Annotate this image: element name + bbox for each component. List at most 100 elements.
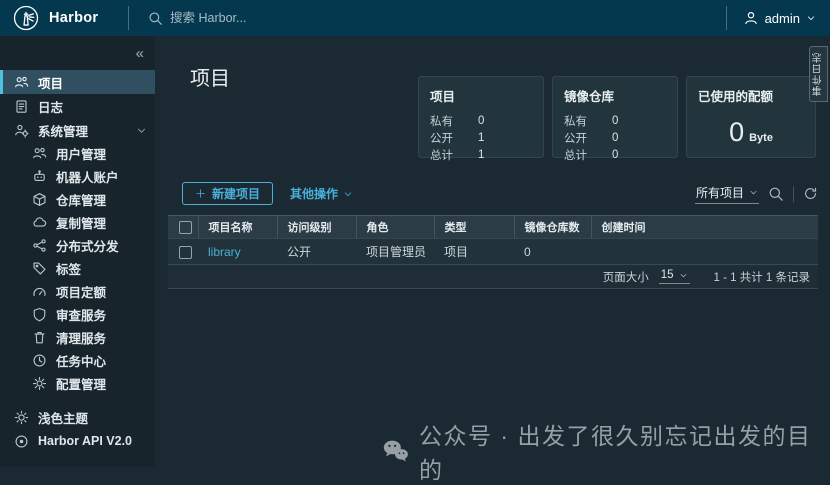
column-header[interactable]: 类型 [433, 215, 514, 239]
sidebar-item-label: 项目 [38, 76, 64, 91]
sidebar: « 项目 日志 系统管理 用户管理 机器人账户 仓库管理 复制管理 分布式分发 … [0, 36, 155, 467]
column-header[interactable]: 镜像仓库数 [513, 215, 591, 239]
cell-access-level: 公开 [277, 238, 356, 265]
card-title: 项目 [430, 90, 456, 104]
record-range: 1 - 1 共计 1 条记录 [713, 271, 811, 284]
stat-value: 0 [612, 114, 619, 127]
sidebar-item-configuration[interactable]: 配置管理 [0, 372, 155, 395]
stat-value: 0 [612, 131, 619, 144]
sidebar-item-project-quotas[interactable]: 项目定额 [0, 280, 155, 303]
plus-icon [195, 188, 206, 199]
sidebar-item-label: 用户管理 [56, 148, 107, 162]
column-header[interactable]: 访问级别 [276, 215, 356, 239]
projects-table: 项目名称 访问级别 角色 类型 镜像仓库数 创建时间 library 公开 项目… [168, 215, 818, 289]
user-menu[interactable]: admin [727, 10, 830, 26]
page-size-value: 15 [660, 269, 674, 281]
refresh-icon[interactable] [803, 186, 818, 201]
sidebar-item-label: 浅色主题 [38, 411, 89, 426]
trash-icon [32, 330, 47, 345]
other-actions-button[interactable]: 其他操作 [290, 185, 353, 202]
sidebar-item-interrogation-services[interactable]: 审查服务 [0, 303, 155, 326]
repositories-summary-card: 镜像仓库 私有 0 公开 0 总计 0 [552, 76, 678, 162]
sidebar-item-clearing-services[interactable]: 清理服务 [0, 326, 155, 349]
sidebar-item-replication[interactable]: 复制管理 [0, 211, 155, 234]
sidebar-item-robot-accounts[interactable]: 机器人账户 [0, 165, 155, 188]
cell-type: 项目 [434, 238, 514, 265]
search-input[interactable] [170, 11, 590, 25]
sidebar-item-label: 分布式分发 [56, 240, 119, 254]
sidebar-footer: 浅色主题 Harbor API V2.0 [0, 405, 155, 453]
stat-label: 公开 [430, 132, 453, 145]
table-footer-row: 页面大小 15 1 - 1 共计 1 条记录 [168, 264, 818, 289]
page-size-label: 页面大小 [602, 271, 649, 284]
tag-icon [32, 261, 47, 276]
sidebar-item-job-center[interactable]: 任务中心 [0, 349, 155, 372]
table-header-row: 项目名称 访问级别 角色 类型 镜像仓库数 创建时间 [168, 215, 818, 239]
stat-label: 私有 [564, 115, 587, 128]
user-icon [743, 10, 759, 26]
cloud-icon [32, 215, 47, 230]
sidebar-item-label: 仓库管理 [56, 194, 107, 208]
stat-label: 总计 [564, 149, 587, 162]
chevron-down-icon [680, 273, 686, 277]
projects-summary-card: 项目 私有 0 公开 1 总计 1 [418, 76, 544, 162]
sidebar-collapse-button[interactable]: « [136, 45, 144, 62]
sidebar-item-administration[interactable]: 系统管理 [0, 118, 155, 142]
toolbar-divider [793, 185, 794, 202]
global-search [148, 11, 726, 26]
administration-icon [14, 123, 29, 138]
chevron-down-icon [343, 189, 353, 199]
logs-icon [14, 99, 29, 114]
table-row: library 公开 项目管理员 项目 0 [168, 238, 818, 265]
chevron-down-icon[interactable] [136, 125, 147, 136]
wechat-icon [381, 438, 410, 464]
stat-label: 总计 [430, 149, 453, 162]
sidebar-item-harbor-api[interactable]: Harbor API V2.0 [0, 429, 155, 453]
new-project-button[interactable]: 新建项目 [182, 182, 274, 205]
sidebar-item-labels[interactable]: 标签 [0, 257, 155, 280]
sidebar-item-label: 项目定额 [56, 286, 107, 300]
card-title: 已使用的配额 [698, 90, 774, 104]
main-content: 项目 项目 私有 0 公开 1 总计 1 镜像仓库 私有 0 公开 0 总计 0 已使用的配… [155, 36, 830, 467]
column-header[interactable]: 创建时间 [590, 215, 818, 239]
header-divider [128, 6, 129, 30]
brand-name: Harbor [49, 10, 99, 26]
sidebar-item-registries[interactable]: 仓库管理 [0, 188, 155, 211]
sidebar-item-logs[interactable]: 日志 [0, 94, 155, 118]
stat-value: 1 [478, 131, 485, 144]
project-link[interactable]: library [208, 245, 241, 259]
select-all-checkbox[interactable] [179, 220, 192, 234]
sidebar-item-light-theme[interactable]: 浅色主题 [0, 405, 155, 429]
harbor-brand[interactable]: Harbor [0, 5, 128, 31]
users-icon [32, 146, 47, 161]
projects-icon [14, 75, 29, 90]
cell-repo-count: 0 [514, 238, 591, 265]
project-filter-label: 所有项目 [695, 185, 744, 200]
sidebar-item-label: 配置管理 [56, 378, 107, 392]
sidebar-item-users[interactable]: 用户管理 [0, 142, 155, 165]
sidebar-item-label: 复制管理 [56, 217, 107, 231]
column-header[interactable]: 项目名称 [197, 215, 277, 239]
sidebar-item-label: 标签 [56, 263, 82, 277]
sun-icon [14, 410, 29, 425]
quota-summary-card: 已使用的配额 0 Byte [686, 76, 816, 158]
clock-icon [32, 353, 47, 368]
event-log-tab-label: 事件日志 [813, 52, 824, 96]
sidebar-item-label: 清理服务 [56, 332, 107, 346]
gear-icon [32, 376, 47, 391]
quota-unit: Byte [749, 132, 773, 144]
sidebar-item-distribution[interactable]: 分布式分发 [0, 234, 155, 257]
event-log-tab[interactable]: 事件日志 [809, 46, 828, 102]
page-size-select[interactable]: 15 [658, 269, 690, 284]
other-actions-label: 其他操作 [290, 187, 339, 201]
sidebar-item-projects[interactable]: 项目 [0, 70, 155, 94]
harbor-logo-icon [13, 5, 39, 31]
table-search-icon[interactable] [768, 186, 784, 202]
search-icon [148, 11, 163, 26]
stat-label: 公开 [564, 132, 587, 145]
registry-cube-icon [32, 192, 47, 207]
project-filter-select[interactable]: 所有项目 [694, 184, 759, 204]
username: admin [764, 10, 800, 26]
column-header[interactable]: 角色 [355, 215, 434, 239]
row-checkbox[interactable] [179, 245, 192, 259]
